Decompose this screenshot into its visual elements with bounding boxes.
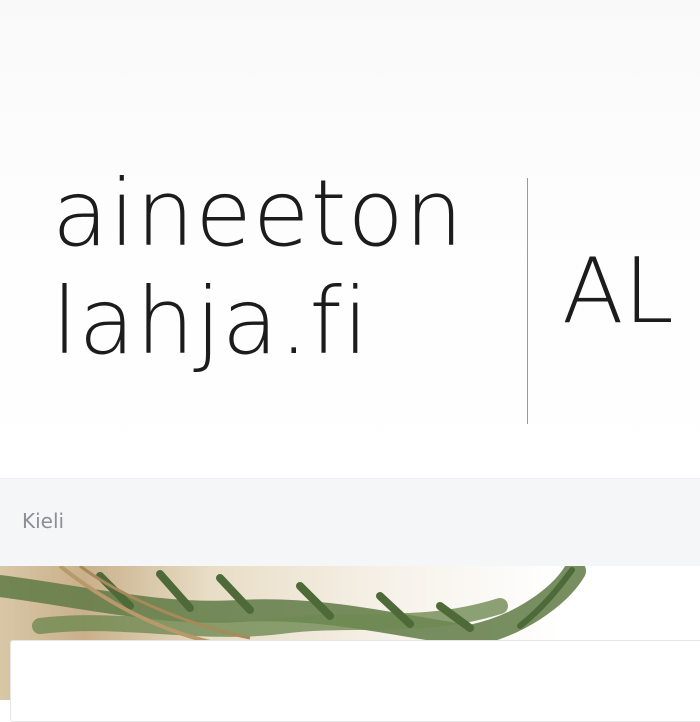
logo-divider bbox=[527, 178, 528, 424]
logo-line-2: lahja.fi bbox=[52, 268, 370, 375]
logo-monogram[interactable]: AL bbox=[562, 238, 674, 346]
language-bar[interactable]: Kieli bbox=[0, 478, 700, 567]
site-header: aineeton lahja.fi AL bbox=[0, 0, 700, 478]
content-card bbox=[10, 640, 700, 722]
logo-line-1: aineeton bbox=[52, 160, 465, 267]
site-logo[interactable]: aineeton lahja.fi bbox=[52, 160, 512, 376]
language-selector-label[interactable]: Kieli bbox=[22, 509, 64, 533]
